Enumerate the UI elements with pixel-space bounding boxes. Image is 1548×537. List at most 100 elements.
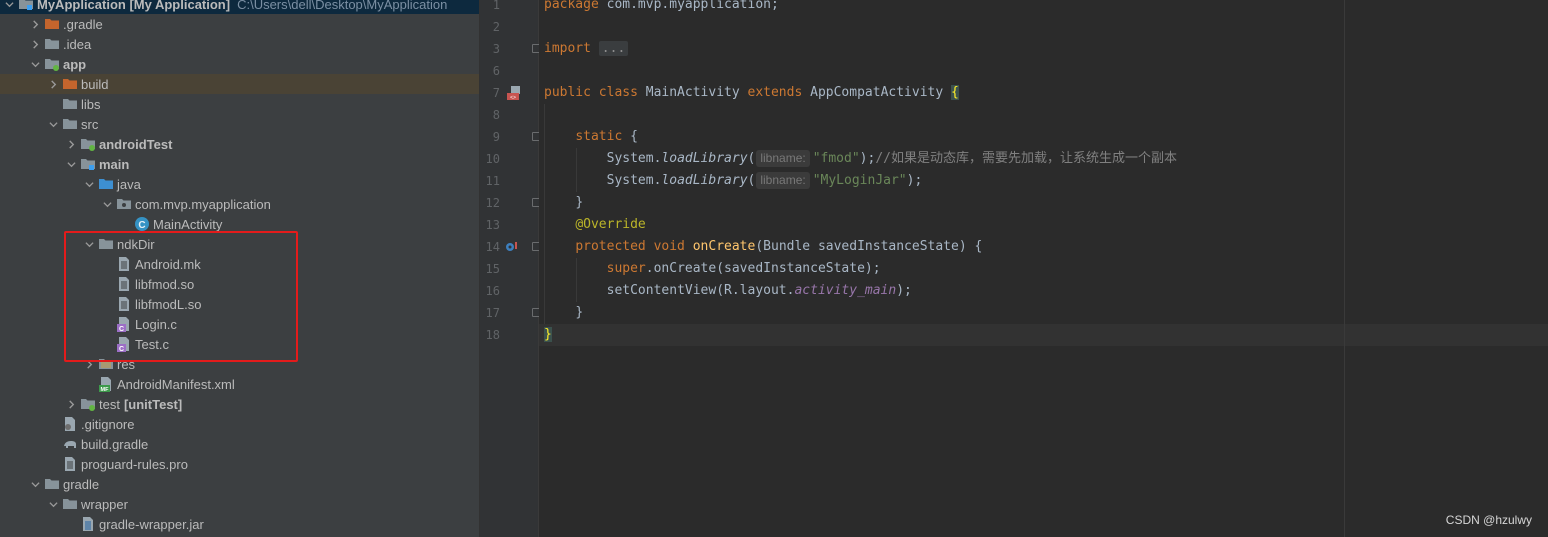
tree-label: com.mvp.myapplication [135,196,271,212]
tree-label: build.gradle [81,436,149,452]
module-folder-icon [18,0,34,12]
line-number: 17 [485,306,500,320]
tree-label: .gitignore [81,416,135,432]
line-number: 9 [492,130,500,144]
tree-label: java [117,176,141,192]
code-line-11: System.loadLibrary(libname: "MyLoginJar")… [606,172,923,189]
tree-row-main[interactable]: main [0,154,479,174]
line-number: 1 [492,0,500,12]
line-number: 2 [492,20,500,34]
current-line-highlight [539,324,1548,346]
excluded-folder-icon [44,16,60,32]
package-icon [116,196,132,212]
tree-row-package[interactable]: com.mvp.myapplication [0,194,479,214]
chevron-down-icon[interactable] [0,0,18,14]
tree-row-idea[interactable]: .idea [0,34,479,54]
chevron-down-icon[interactable] [26,54,44,74]
folder-icon [62,96,78,112]
tree-label: main [99,156,130,172]
tree-label: wrapper [81,496,128,512]
tree-label: gradle-wrapper.jar [99,516,204,532]
test-folder-icon [80,136,96,152]
chevron-right-icon[interactable] [44,74,62,94]
tree-row-test-unittest[interactable]: test [unitTest] [0,394,479,414]
folder-icon [62,116,78,132]
tree-row-proguard[interactable]: proguard-rules.pro [0,454,479,474]
folder-icon [62,496,78,512]
line-number: 18 [485,328,500,342]
tree-label: .idea [63,36,92,52]
source-folder-icon [98,176,114,192]
tree-row-gradle-wrapper-jar[interactable]: gradle-wrapper.jar [0,514,479,534]
tree-row-build-gradle[interactable]: build.gradle [0,434,479,454]
code-line-9: static { [575,129,638,144]
tree-path: C:\Users\dell\Desktop\MyApplication [237,0,448,12]
code-line-17: } [575,305,584,320]
test-folder-icon [80,396,96,412]
tree-row-app[interactable]: app [0,54,479,74]
tree-label: test [99,396,120,412]
line-number: 14 [485,240,500,254]
chevron-right-icon[interactable] [26,14,44,34]
source-folder-icon [80,156,96,172]
code-line-15: super.onCreate(savedInstanceState); [606,261,881,276]
tree-label: app [63,56,87,72]
code-editor[interactable]: package com.mvp.myapplication; import ..… [539,0,1548,537]
tree-label: androidTest [99,136,173,152]
code-line-14: protected void onCreate(Bundle savedInst… [575,239,983,254]
tree-row-libs[interactable]: libs [0,94,479,114]
tree-row-androidtest[interactable]: androidTest [0,134,479,154]
java-class-icon: C [134,216,150,232]
chevron-down-icon[interactable] [62,154,80,174]
chevron-down-icon[interactable] [80,174,98,194]
tree-row-build[interactable]: build [0,74,479,94]
code-line-13: @Override [575,217,646,232]
code-line-12: } [575,195,584,210]
chevron-down-icon[interactable] [98,194,116,214]
line-number: 8 [492,108,500,122]
highlight-annotation-box [64,231,298,362]
chevron-down-icon[interactable] [26,474,44,494]
svg-text:MF: MF [101,387,110,392]
text-file-icon [62,456,78,472]
tree-row-manifest[interactable]: MF AndroidManifest.xml [0,374,479,394]
tree-label: MainActivity [153,216,223,232]
tree-row-root[interactable]: MyApplication [My Application] C:\Users\… [0,0,479,14]
chevron-down-icon[interactable] [44,114,62,134]
param-hint: libname: [756,172,810,189]
folder-icon [44,36,60,52]
tree-label: proguard-rules.pro [81,456,188,472]
manifest-file-icon: MF [98,376,114,392]
code-line-1: package com.mvp.myapplication; [544,0,779,12]
line-number: 11 [485,174,500,188]
tree-row-gradle[interactable]: gradle [0,474,479,494]
activity-layout-icon[interactable]: <> [506,85,522,101]
gradle-elephant-icon [62,436,78,452]
ignore-file-icon [62,416,78,432]
tree-row-src[interactable]: src [0,114,479,134]
code-line-3: import ... [544,38,629,60]
svg-text:<>: <> [510,95,516,101]
tree-row-gitignore[interactable]: .gitignore [0,414,479,434]
line-number: 10 [485,152,500,166]
chevron-right-icon[interactable] [26,34,44,54]
chevron-right-icon[interactable] [62,394,80,414]
project-tree-panel: MyApplication [My Application] C:\Users\… [0,0,479,537]
code-line-7: public class MainActivity extends AppCom… [544,85,959,100]
tree-row-wrapper[interactable]: wrapper [0,494,479,514]
folder-icon [44,476,60,492]
tree-row-gradle-dir[interactable]: .gradle [0,14,479,34]
editor-gutter: 1 2 3 6 7 8 9 10 11 12 13 14 15 16 17 18… [480,0,538,537]
tree-label: build [81,76,109,92]
tree-row-java[interactable]: java [0,174,479,194]
folded-imports[interactable]: ... [598,41,629,56]
tree-label-suffix: [unitTest] [123,396,183,412]
right-margin-guide [1344,0,1345,537]
chevron-right-icon[interactable] [62,134,80,154]
tree-label: .gradle [63,16,103,32]
line-number: 16 [485,284,500,298]
chevron-down-icon[interactable] [44,494,62,514]
jar-file-icon [80,516,96,532]
override-method-icon[interactable] [504,239,520,255]
line-number: 3 [492,42,500,56]
